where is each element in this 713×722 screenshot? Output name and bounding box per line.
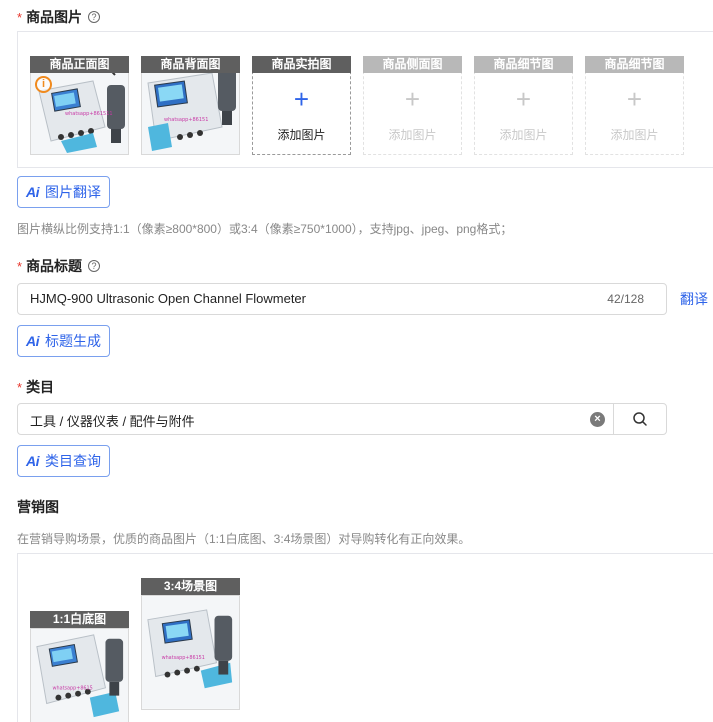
marketing-photo-portrait[interactable]: whatsapp+86151 bbox=[141, 595, 240, 710]
translate-link[interactable]: 翻译 bbox=[680, 289, 708, 309]
slot-tag: 商品背面图 bbox=[141, 56, 240, 73]
plus-icon: + bbox=[404, 84, 421, 114]
add-image-label: 添加图片 bbox=[610, 128, 659, 142]
category-heading: 类目 bbox=[26, 379, 55, 395]
marketing-slot-scene[interactable]: 3:4场景图 whatsapp+86151 bbox=[141, 578, 240, 710]
svg-text:whatsapp+86151: whatsapp+86151 bbox=[162, 655, 205, 661]
product-images-label: * 商品图片 ? bbox=[17, 7, 101, 27]
category-query-button[interactable]: Ai 类目查询 bbox=[17, 445, 110, 477]
marketing-hint: 在营销导购场景，优质的商品图片（1:1白底图、3:4场景图）对导购转化有正向效果… bbox=[17, 532, 471, 546]
svg-text:whatsapp+8615: whatsapp+8615 bbox=[53, 686, 93, 692]
warning-icon[interactable]: i bbox=[35, 76, 52, 93]
add-image-label: 添加图片 bbox=[277, 128, 326, 142]
marketing-slot-white-bg[interactable]: 1:1白底图 whatsapp+8615 bbox=[30, 611, 129, 722]
image-translate-button[interactable]: Ai 图片翻译 bbox=[17, 176, 110, 208]
marketing-photo-square[interactable]: whatsapp+8615 bbox=[30, 628, 129, 722]
slot-tag: 商品细节图 bbox=[585, 56, 684, 73]
product-title-heading: 商品标题 bbox=[26, 258, 83, 274]
plus-icon: + bbox=[626, 84, 643, 114]
add-image-label: 添加图片 bbox=[388, 128, 437, 142]
slot-tag: 商品实拍图 bbox=[252, 56, 351, 73]
category-query-label: 类目查询 bbox=[45, 453, 101, 469]
slot-tag: 3:4场景图 bbox=[141, 578, 240, 595]
image-slot-detail: 商品细节图 + 添加图片 bbox=[474, 56, 573, 155]
ai-icon: Ai bbox=[26, 453, 40, 469]
marketing-images-label: 营销图 bbox=[17, 499, 59, 515]
image-format-hint: 图片横纵比例支持1:1（像素≥800*800）或3:4（像素≥750*1000）… bbox=[17, 222, 513, 236]
flowmeter-image: whatsapp+8615 bbox=[31, 629, 128, 722]
title-generate-button[interactable]: Ai 标题生成 bbox=[17, 325, 110, 357]
category-value: 工具 / 仪器仪表 / 配件与附件 bbox=[30, 414, 195, 429]
image-slot-back[interactable]: whatsapp+86151 商品背面图 bbox=[141, 56, 240, 155]
category-label: * 类目 bbox=[17, 377, 54, 397]
search-icon bbox=[633, 412, 647, 426]
slot-tag: 商品正面图 bbox=[30, 56, 129, 73]
ai-icon: Ai bbox=[26, 184, 40, 200]
category-search-button[interactable] bbox=[613, 403, 667, 435]
plus-icon: + bbox=[515, 84, 532, 114]
slot-tag: 商品细节图 bbox=[474, 56, 573, 73]
ai-icon: Ai bbox=[26, 333, 40, 349]
product-title-label: * 商品标题 ? bbox=[17, 256, 101, 276]
slot-tag: 商品侧面图 bbox=[363, 56, 462, 73]
image-slot-detail-2: 商品细节图 + 添加图片 bbox=[585, 56, 684, 155]
required-mark: * bbox=[17, 9, 23, 25]
product-title-value: HJMQ-900 Ultrasonic Open Channel Flowmet… bbox=[30, 291, 306, 306]
image-slot-actual[interactable]: 商品实拍图 + 添加图片 bbox=[252, 56, 351, 155]
product-images-title: 商品图片 bbox=[26, 9, 83, 25]
category-input[interactable]: 工具 / 仪器仪表 / 配件与附件 × bbox=[17, 403, 615, 435]
add-image-label: 添加图片 bbox=[499, 128, 548, 142]
help-icon[interactable]: ? bbox=[88, 11, 101, 23]
image-slot-side: 商品侧面图 + 添加图片 bbox=[363, 56, 462, 155]
svg-text:whatsapp+861511: whatsapp+861511 bbox=[65, 111, 113, 117]
clear-icon[interactable]: × bbox=[590, 412, 605, 427]
product-title-input[interactable]: HJMQ-900 Ultrasonic Open Channel Flowmet… bbox=[17, 283, 667, 315]
image-translate-label: 图片翻译 bbox=[45, 184, 101, 200]
char-count: 42/128 bbox=[607, 292, 644, 306]
image-slot-front[interactable]: whatsapp+861511 商品正面图 i bbox=[30, 56, 129, 155]
required-mark: * bbox=[17, 258, 23, 274]
svg-text:whatsapp+86151: whatsapp+86151 bbox=[164, 117, 208, 123]
help-icon[interactable]: ? bbox=[88, 260, 101, 272]
flowmeter-image: whatsapp+86151 bbox=[142, 596, 239, 709]
required-mark: * bbox=[17, 379, 23, 395]
title-generate-label: 标题生成 bbox=[45, 333, 101, 349]
slot-tag: 1:1白底图 bbox=[30, 611, 129, 628]
plus-icon: + bbox=[293, 84, 310, 114]
